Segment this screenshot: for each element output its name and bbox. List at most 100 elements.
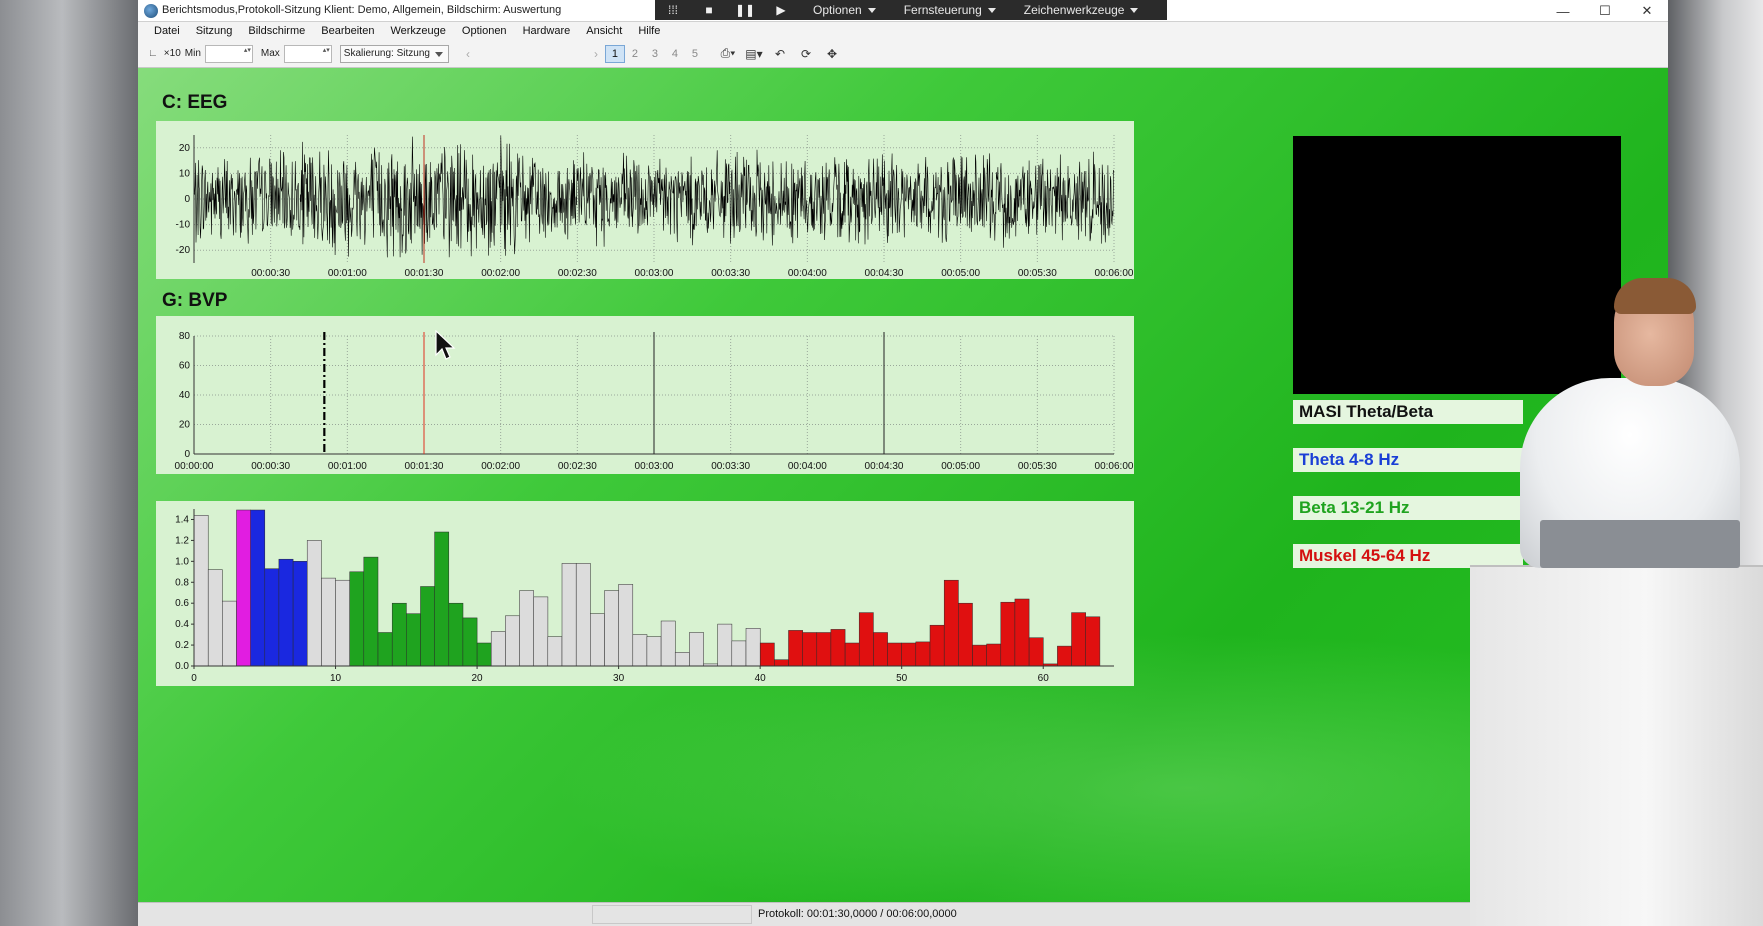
spectrum-bar xyxy=(745,628,761,667)
play-screen-icon[interactable]: ▶ xyxy=(763,3,799,17)
page-button-4[interactable]: 4 xyxy=(665,48,685,60)
bvp-xtick-label: 00:02:30 xyxy=(558,461,597,472)
chevron-left-icon[interactable]: ‹ xyxy=(459,47,477,61)
spectrum-bar xyxy=(986,643,1002,667)
spectrum-bar xyxy=(1057,645,1072,667)
spectrum-bar xyxy=(575,563,591,667)
spectrum-bar xyxy=(193,515,209,667)
menu-bar: Datei Sitzung Bildschirme Bearbeiten Wer… xyxy=(138,22,1668,40)
spectrum-xtick-label: 20 xyxy=(472,673,484,684)
eeg-ytick-label: -10 xyxy=(176,220,191,231)
spectrum-bar xyxy=(717,623,733,667)
spectrum-bar xyxy=(434,531,450,667)
spectrum-bar xyxy=(604,590,619,667)
pause-icon[interactable]: ❚❚ xyxy=(727,3,763,17)
chevron-down-icon xyxy=(1130,7,1139,13)
spectrum-ytick-label: 0.8 xyxy=(175,577,189,588)
chevron-down-icon xyxy=(987,7,996,13)
menu-werkzeuge[interactable]: Werkzeuge xyxy=(382,25,453,37)
fit-width-icon[interactable]: ✥ xyxy=(819,47,845,61)
menu-bildschirme[interactable]: Bildschirme xyxy=(240,25,313,37)
eeg-ytick-label: 0 xyxy=(184,194,190,205)
spectrum-bar xyxy=(1014,598,1030,667)
spectrum-bar xyxy=(222,600,237,667)
protocol-time-status: Protokoll: 00:01:30,0000 / 00:06:00,0000 xyxy=(758,908,957,920)
page-button-1[interactable]: 1 xyxy=(604,44,625,63)
remote-menu-fernsteuerung[interactable]: Fernsteuerung xyxy=(890,3,1010,17)
stop-icon[interactable]: ■ xyxy=(691,3,727,17)
close-button[interactable]: ✕ xyxy=(1626,0,1668,22)
eeg-ytick-label: 20 xyxy=(179,143,191,154)
max-label: Max xyxy=(260,48,280,59)
display-area: C: EEG 20 10 0 -10 -20 00:00:30 00:01:00 00:01:… xyxy=(138,68,1668,902)
bvp-ytick-label: 0 xyxy=(184,449,190,460)
menu-sitzung[interactable]: Sitzung xyxy=(188,25,241,37)
layout-icon[interactable]: ▤▾ xyxy=(741,47,767,61)
remote-control-toolbar: ⁞⁞⁞ ■ ❚❚ ▶ Optionen Fernsteuerung Zeiche… xyxy=(655,0,1167,20)
undo-icon[interactable]: ↶ xyxy=(767,47,793,61)
spectrum-bar xyxy=(788,630,803,667)
spectrum-bar xyxy=(264,568,280,667)
eeg-xtick-label: 00:03:30 xyxy=(711,268,750,279)
min-input[interactable] xyxy=(204,44,253,63)
refresh-icon[interactable]: ⟳ xyxy=(793,47,819,61)
eeg-xtick-label: 00:00:30 xyxy=(251,268,290,279)
eeg-ytick-label: -20 xyxy=(176,245,191,256)
spectrum-bar xyxy=(278,558,294,667)
eeg-xtick-label: 00:05:00 xyxy=(941,268,980,279)
eeg-chart-svg: 20 10 0 -10 -20 00:00:30 00:01:00 00:01:30 00:02… xyxy=(176,135,1134,279)
spectrum-bar xyxy=(943,579,959,667)
bvp-xtick-label: 00:04:30 xyxy=(865,461,904,472)
zoom-label[interactable]: ×10 xyxy=(164,48,181,59)
presenter-podium xyxy=(1470,565,1763,926)
grid-handle-icon[interactable]: ⁞⁞⁞ xyxy=(655,3,691,17)
menu-hardware[interactable]: Hardware xyxy=(515,25,579,37)
bvp-xtick-label: 00:01:00 xyxy=(328,461,367,472)
spectrum-bar xyxy=(731,640,747,667)
chevron-right-icon[interactable]: › xyxy=(587,47,605,61)
remote-menu-optionen[interactable]: Optionen xyxy=(799,3,890,17)
scaling-select[interactable]: Skalierung: Sitzung xyxy=(339,44,449,63)
menu-hilfe[interactable]: Hilfe xyxy=(630,25,668,37)
maximize-button[interactable]: ☐ xyxy=(1584,0,1626,22)
printer-icon[interactable]: ⎙▾ xyxy=(715,46,741,61)
spectrum-bar xyxy=(321,577,336,667)
eeg-xtick-label: 00:04:30 xyxy=(865,268,904,279)
bvp-chart-svg: 80 60 40 20 000:00:00 00:00:30 00:01:00 00:01:3… xyxy=(175,331,1134,472)
spectrum-bar xyxy=(292,561,308,667)
axis-icon[interactable]: ∟ xyxy=(148,48,158,59)
remote-menu-zeichenwerkzeuge[interactable]: Zeichenwerkzeuge xyxy=(1010,3,1153,17)
page-button-3[interactable]: 3 xyxy=(645,48,665,60)
bvp-xtick-label: 00:00:30 xyxy=(251,461,290,472)
presenter-hair xyxy=(1614,278,1696,314)
bvp-xtick-label: 00:04:00 xyxy=(788,461,827,472)
spectrum-bar xyxy=(547,636,563,667)
spectrum-bar xyxy=(561,563,577,667)
bvp-title: G: BVP xyxy=(162,290,228,311)
app-logo-icon xyxy=(144,4,158,18)
spectrum-bar xyxy=(590,613,605,667)
spectrum-chart[interactable]: 1.4 1.2 1.0 0.8 0.6 0.4 0.2 0.0 0 10 20 30 40 50 60 xyxy=(156,501,1134,686)
menu-optionen[interactable]: Optionen xyxy=(454,25,515,37)
spectrum-bar xyxy=(774,659,789,667)
eeg-title: C: EEG xyxy=(162,92,228,113)
minimize-button[interactable]: — xyxy=(1542,0,1584,22)
eeg-xtick-label: 00:01:00 xyxy=(328,268,367,279)
max-input[interactable] xyxy=(283,44,332,63)
spectrum-xtick-label: 50 xyxy=(896,673,908,684)
spectrum-bar xyxy=(830,629,846,667)
spectrum-bar xyxy=(759,642,775,667)
page-button-5[interactable]: 5 xyxy=(685,48,705,60)
room-background-left xyxy=(0,0,138,926)
bvp-chart[interactable]: 80 60 40 20 0 00:00:00 00:00:30 00:01:00 00:01:3… xyxy=(156,316,1134,474)
spectrum-xtick-label: 40 xyxy=(755,673,767,684)
eeg-xtick-label: 00:03:00 xyxy=(635,268,674,279)
page-button-2[interactable]: 2 xyxy=(625,48,645,60)
menu-bearbeiten[interactable]: Bearbeiten xyxy=(313,25,382,37)
spectrum-bar xyxy=(335,579,350,667)
window-controls: — ☐ ✕ xyxy=(1542,0,1668,22)
menu-datei[interactable]: Datei xyxy=(146,25,188,37)
eeg-chart[interactable]: 20 10 0 -10 -20 00:00:30 00:01:00 00:01:30 00:02… xyxy=(156,121,1134,279)
spectrum-bar xyxy=(674,652,690,667)
menu-ansicht[interactable]: Ansicht xyxy=(578,25,630,37)
